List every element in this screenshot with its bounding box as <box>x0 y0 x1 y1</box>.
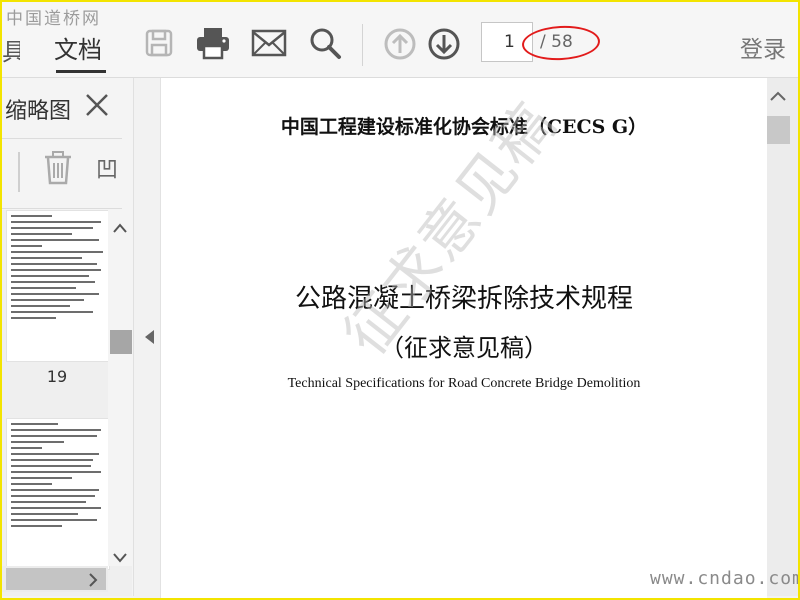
scroll-up-icon[interactable] <box>113 218 127 237</box>
scroll-down-icon[interactable] <box>113 548 127 567</box>
thumbnail-page[interactable] <box>6 210 110 362</box>
document-page: 中国工程建设标准化协会标准（CECS G） 公路混凝土桥梁拆除技术规程 （征求意… <box>160 78 767 598</box>
thumbnail-sidebar: 缩略图 凹 19 <box>2 78 134 596</box>
thumbnail-scrollbar[interactable] <box>108 210 132 566</box>
active-tab-indicator <box>56 70 106 73</box>
tab-document[interactable]: 文档 <box>54 30 102 65</box>
search-icon[interactable] <box>306 24 344 62</box>
thumbnail-page[interactable] <box>6 418 110 570</box>
document-scrollbar[interactable] <box>767 78 798 596</box>
arrow-down-icon[interactable] <box>426 26 462 62</box>
mail-icon[interactable] <box>250 26 288 60</box>
document-subtitle: （征求意见稿） <box>380 334 548 362</box>
arrow-up-icon[interactable] <box>382 26 418 62</box>
document-scroll-thumb[interactable] <box>767 116 790 144</box>
sidebar-title: 缩略图 <box>5 99 72 124</box>
sidebar-divider <box>2 138 122 139</box>
sidebar-divider <box>2 208 122 209</box>
site-url-watermark: www.cndao.com <box>650 568 800 589</box>
sidebar-more-icon[interactable]: 凹 <box>96 152 118 184</box>
document-english-title: Technical Specifications for Road Concre… <box>287 376 641 391</box>
site-logo-watermark: 中国道桥网 <box>6 9 101 29</box>
tab-tools[interactable]: 具 <box>2 32 20 67</box>
collapse-sidebar-icon[interactable] <box>145 330 154 344</box>
login-button[interactable]: 登录 <box>740 30 786 64</box>
save-icon[interactable] <box>142 26 176 60</box>
annotation-ellipse <box>521 23 601 63</box>
document-title: 公路混凝土桥梁拆除技术规程 <box>294 284 633 314</box>
thumbnail-page-number: 19 <box>46 367 68 386</box>
scroll-up-icon[interactable] <box>770 90 786 105</box>
sidebar-separator <box>18 152 20 192</box>
toolbar-separator <box>362 24 363 66</box>
toolbar: 中国道桥网 具 文档 1 / 58 登录 <box>2 2 798 78</box>
trash-icon[interactable] <box>42 150 74 190</box>
scroll-right-icon[interactable] <box>88 572 98 591</box>
close-icon[interactable] <box>84 92 110 118</box>
print-icon[interactable] <box>194 24 232 62</box>
thumbnail-scroll-thumb[interactable] <box>110 330 132 354</box>
